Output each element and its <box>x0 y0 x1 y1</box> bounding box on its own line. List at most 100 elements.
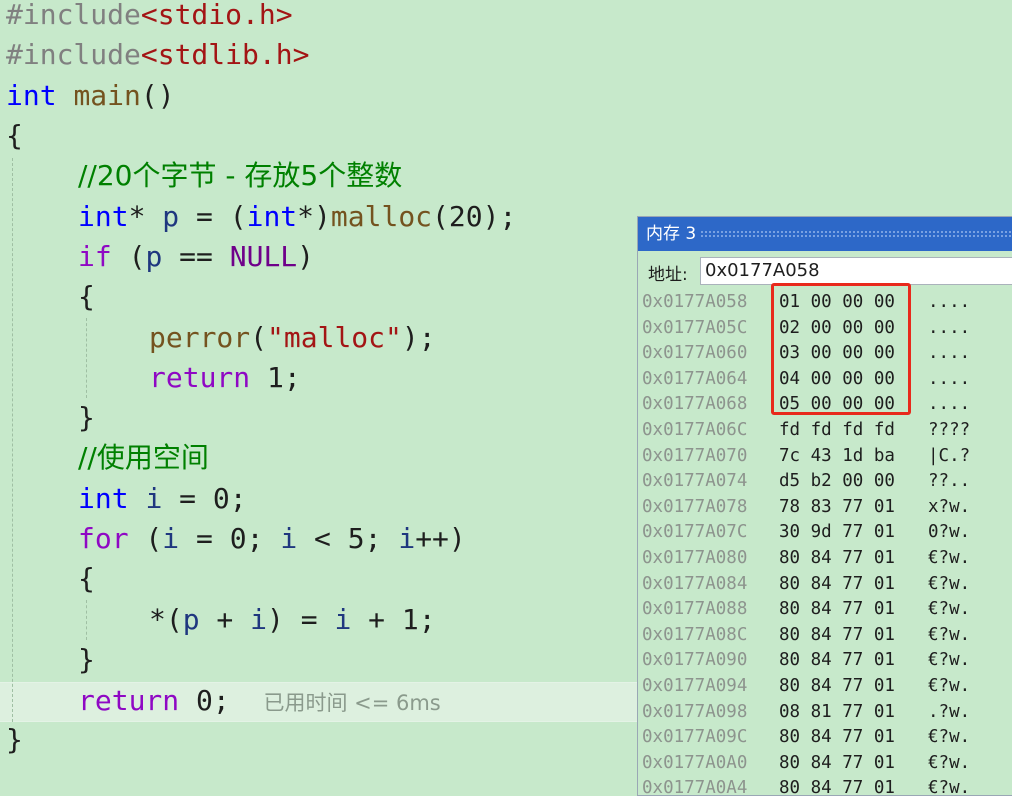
memory-bytes: 80 84 77 01 <box>779 573 895 594</box>
memory-bytes: 80 84 77 01 <box>779 727 895 748</box>
memory-ascii: .... <box>928 292 971 312</box>
type-keyword: int <box>78 482 129 515</box>
type-keyword: int <box>78 200 129 233</box>
memory-address: 0x0177A068 <box>642 394 748 415</box>
variable-i: i <box>280 522 298 555</box>
memory-row[interactable]: 0x0177A080 80 84 77 01 €?w. <box>638 546 1012 572</box>
variable-i: i <box>398 522 416 555</box>
memory-ascii: .?w. <box>928 701 971 722</box>
memory-address: 0x0177A058 <box>642 292 748 312</box>
memory-row[interactable]: 0x0177A0A4 80 84 77 01 €?w. <box>638 776 1012 796</box>
address-label: 地址: <box>648 265 688 285</box>
code-punct: ) <box>297 240 315 273</box>
code-punct: = ( <box>179 200 247 233</box>
code-line-for-open-brace: { <box>78 562 95 595</box>
memory-row[interactable]: 0x0177A08C 80 84 77 01 €?w. <box>638 623 1012 649</box>
memory-row[interactable]: 0x0177A07C 30 9d 77 01 0?w. <box>638 520 1012 546</box>
code-punct: ) = <box>267 603 335 636</box>
memory-row[interactable]: 0x0177A098 08 81 77 01 .?w. <box>638 700 1012 726</box>
code-punct: 0; <box>179 684 230 717</box>
code-line-inner-open-brace: { <box>78 280 95 313</box>
memory-ascii: x?w. <box>928 496 971 517</box>
code-punct: ++) <box>415 522 466 555</box>
variable-p: p <box>182 603 200 636</box>
memory-ascii: €?w. <box>928 752 971 773</box>
code-punct: 1; <box>250 361 301 394</box>
code-punct <box>129 482 146 515</box>
string-literal: "malloc" <box>267 321 402 354</box>
variable-p: p <box>145 240 163 273</box>
memory-row[interactable]: 0x0177A09C 80 84 77 01 €?w. <box>638 725 1012 751</box>
memory-ascii: €?w. <box>928 650 971 671</box>
memory-row[interactable]: 0x0177A088 80 84 77 01 €?w. <box>638 597 1012 623</box>
memory-row[interactable]: 0x0177A084 80 84 77 01 €?w. <box>638 572 1012 598</box>
code-punct: = 0; <box>162 482 247 515</box>
parens: () <box>140 79 175 112</box>
memory-address: 0x0177A094 <box>642 676 748 696</box>
memory-address: 0x0177A08C <box>642 624 748 645</box>
variable-p: p <box>162 200 180 233</box>
memory-address: 0x0177A098 <box>642 701 748 722</box>
memory-bytes: 80 84 77 01 <box>779 599 895 620</box>
memory-ascii: .... <box>928 343 971 364</box>
drag-grip[interactable] <box>700 230 1012 238</box>
memory-ascii: €?w. <box>928 778 971 796</box>
memory-bytes: 80 84 77 01 <box>779 752 895 773</box>
code-punct: = 0; <box>179 522 281 555</box>
code-line-int-i: int i = 0; <box>78 479 247 519</box>
code-line-assign: *(p + i) = i + 1; <box>149 600 436 640</box>
code-comment-use: //使用空间 <box>78 441 209 474</box>
memory-row[interactable]: 0x0177A090 80 84 77 01 €?w. <box>638 648 1012 674</box>
code-punct: *) <box>297 200 331 233</box>
memory-address: 0x0177A06C <box>642 420 748 440</box>
memory-bytes: 7c 43 1d ba <box>779 445 895 466</box>
memory-bytes: 08 81 77 01 <box>779 701 895 722</box>
memory-row[interactable]: 0x0177A074 d5 b2 00 00??.. <box>638 469 1012 495</box>
memory-row[interactable]: 0x0177A078 78 83 77 01 x?w. <box>638 495 1012 521</box>
indent-guide <box>86 318 87 398</box>
memory-row[interactable]: 0x0177A06C fd fd fd fd???? <box>638 418 1012 444</box>
memory-ascii: €?w. <box>928 573 971 594</box>
memory-ascii: €?w. <box>928 727 971 748</box>
highlight-box <box>771 283 911 415</box>
memory-bytes: 30 9d 77 01 <box>779 522 895 543</box>
code-line-include-stdio: #include<stdio.h> <box>6 0 293 35</box>
code-punct: + 1; <box>351 603 436 636</box>
variable-i: i <box>334 603 352 636</box>
memory-bytes: 80 84 77 01 <box>779 650 895 671</box>
code-line-inner-close-brace: } <box>78 401 95 434</box>
memory-address: 0x0177A0A4 <box>642 778 748 796</box>
memory-ascii: |C.? <box>928 445 971 466</box>
memory-row[interactable]: 0x0177A0A0 80 84 77 01 €?w. <box>638 751 1012 777</box>
return-type: int <box>6 79 57 112</box>
code-punct: < 5; <box>297 522 399 555</box>
memory-address: 0x0177A070 <box>642 445 748 466</box>
memory-address: 0x0177A080 <box>642 548 748 568</box>
code-punct: + <box>199 603 251 636</box>
memory-bytes: 80 84 77 01 <box>779 548 895 568</box>
code-punct: (20); <box>432 200 517 233</box>
address-input[interactable]: 0x0177A058 <box>700 257 1012 285</box>
memory-ascii: ???? <box>928 420 971 440</box>
memory-ascii: €?w. <box>928 599 971 620</box>
memory-window-titlebar[interactable]: 内存 3 <box>638 217 1012 251</box>
memory-row[interactable]: 0x0177A094 80 84 77 01 €?w. <box>638 674 1012 700</box>
memory-ascii: .... <box>928 368 971 389</box>
control-keyword: if <box>78 240 112 273</box>
code-line-include-stdlib: #include<stdlib.h> <box>6 35 309 75</box>
preprocessor-directive: #include <box>6 38 141 71</box>
memory-address: 0x0177A0A0 <box>642 752 748 773</box>
type-keyword: int <box>246 200 298 233</box>
memory-ascii: 0?w. <box>928 522 971 543</box>
memory-address: 0x0177A074 <box>642 471 748 492</box>
code-line-for-close-brace: } <box>78 643 95 676</box>
code-line-close-brace: } <box>6 723 23 756</box>
memory-bytes: d5 b2 00 00 <box>779 471 895 492</box>
code-punct: *( <box>149 603 183 636</box>
header-name: <stdio.h> <box>140 0 293 31</box>
memory-address: 0x0177A060 <box>642 343 748 364</box>
memory-row[interactable]: 0x0177A070 7c 43 1d ba |C.? <box>638 444 1012 470</box>
code-punct: * <box>128 200 163 233</box>
memory-ascii: ??.. <box>928 471 971 492</box>
memory-address: 0x0177A090 <box>642 650 748 671</box>
